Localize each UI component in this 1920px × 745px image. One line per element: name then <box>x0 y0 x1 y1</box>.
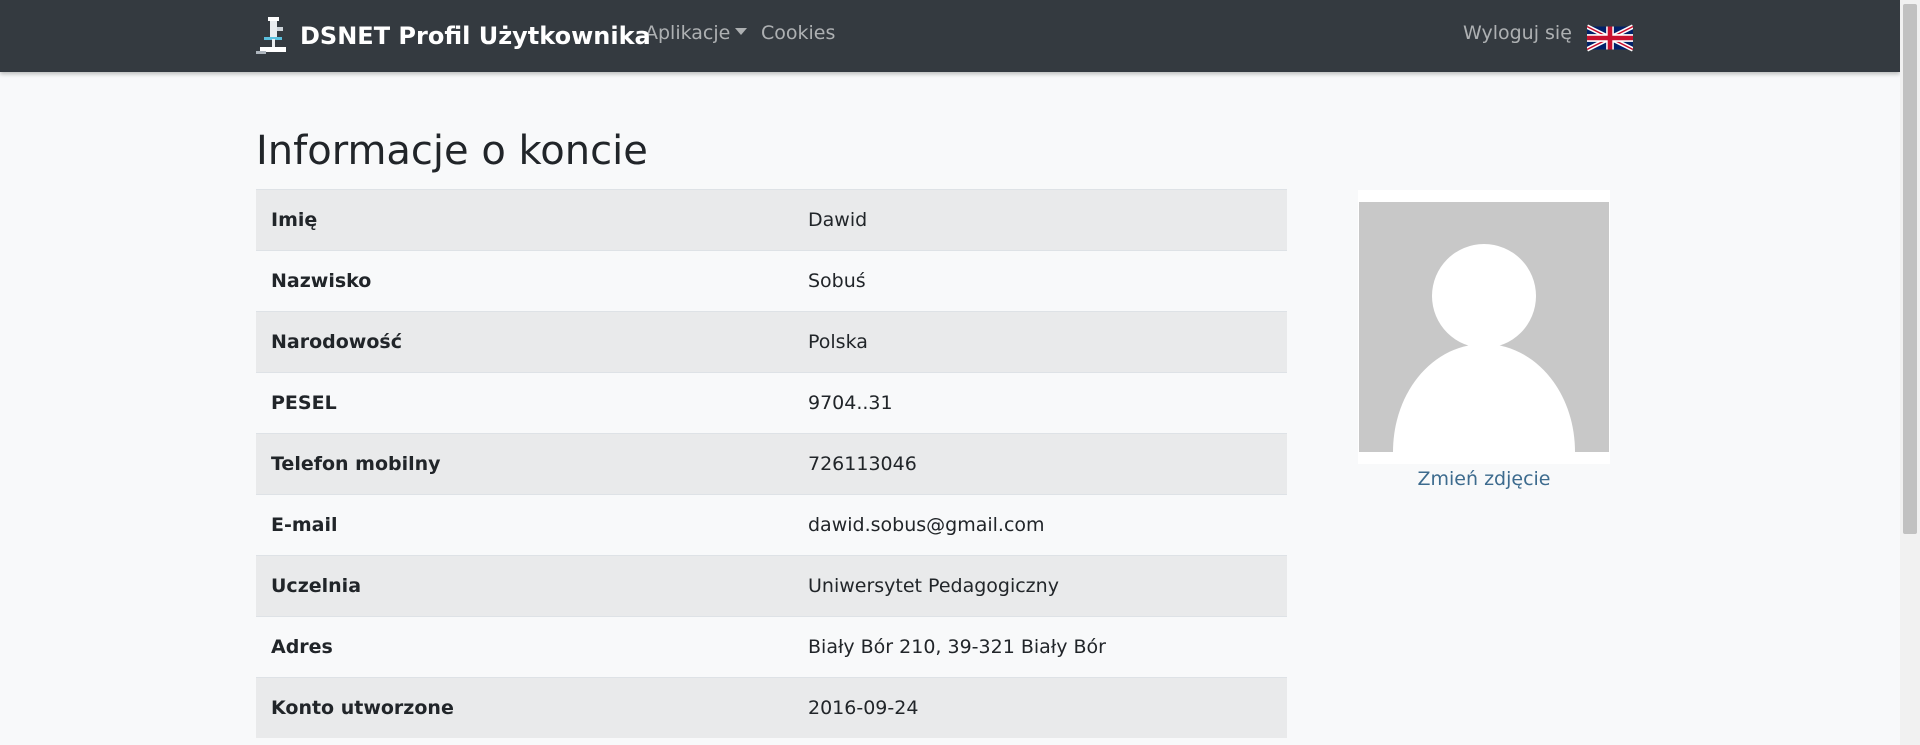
language-switch-button[interactable] <box>1585 24 1635 52</box>
row-value: dawid.sobus@gmail.com <box>782 494 1287 556</box>
row-value: 726113046 <box>782 433 1287 495</box>
row-label: Uczelnia <box>256 555 782 617</box>
apps-dropdown[interactable]: Aplikacje <box>645 22 748 44</box>
table-row: Imię Dawid <box>256 189 1287 251</box>
microscope-logo-icon <box>256 17 286 54</box>
row-label: E-mail <box>256 494 782 556</box>
row-label: Nazwisko <box>256 250 782 312</box>
row-label: Konto utworzone <box>256 677 782 738</box>
row-value: Sobuś <box>782 250 1287 312</box>
caret-down-icon <box>735 28 748 35</box>
top-navbar: DSNET Profil Użytkownika Aplikacje Cooki… <box>0 0 1900 72</box>
table-row: PESEL 9704..31 <box>256 372 1287 434</box>
profile-photo <box>1358 190 1610 464</box>
table-row: Uczelnia Uniwersytet Pedagogiczny <box>256 555 1287 617</box>
row-value: 2016-09-24 <box>782 677 1287 738</box>
table-row: Narodowość Polska <box>256 311 1287 373</box>
page-title: Informacje o koncie <box>256 128 648 174</box>
uk-flag-icon <box>1585 24 1635 52</box>
row-label: Narodowość <box>256 311 782 373</box>
row-value: Biały Bór 210, 39-321 Biały Bór <box>782 616 1287 678</box>
brand-title: DSNET Profil Użytkownika <box>300 22 651 50</box>
table-row: Telefon mobilny 726113046 <box>256 433 1287 495</box>
row-value: 9704..31 <box>782 372 1287 434</box>
cookies-link[interactable]: Cookies <box>761 22 835 44</box>
page-scrollbar[interactable] <box>1900 0 1920 745</box>
row-value: Polska <box>782 311 1287 373</box>
brand-link[interactable]: DSNET Profil Użytkownika <box>256 16 651 56</box>
row-label: Telefon mobilny <box>256 433 782 495</box>
table-row: Konto utworzone 2016-09-24 <box>256 677 1287 738</box>
default-avatar-icon <box>1359 202 1609 452</box>
table-row: Adres Biały Bór 210, 39-321 Biały Bór <box>256 616 1287 678</box>
row-label: PESEL <box>256 372 782 434</box>
row-label: Imię <box>256 189 782 251</box>
row-value: Dawid <box>782 189 1287 251</box>
apps-label: Aplikacje <box>645 22 731 44</box>
account-info-table: Imię Dawid Nazwisko Sobuś Narodowość Pol… <box>256 189 1287 738</box>
row-value: Uniwersytet Pedagogiczny <box>782 555 1287 617</box>
logout-link[interactable]: Wyloguj się <box>1463 22 1572 44</box>
scrollbar-thumb[interactable] <box>1903 4 1917 534</box>
table-row: E-mail dawid.sobus@gmail.com <box>256 494 1287 556</box>
row-label: Adres <box>256 616 782 678</box>
table-row: Nazwisko Sobuś <box>256 250 1287 312</box>
change-photo-link[interactable]: Zmień zdjęcie <box>1358 468 1610 490</box>
